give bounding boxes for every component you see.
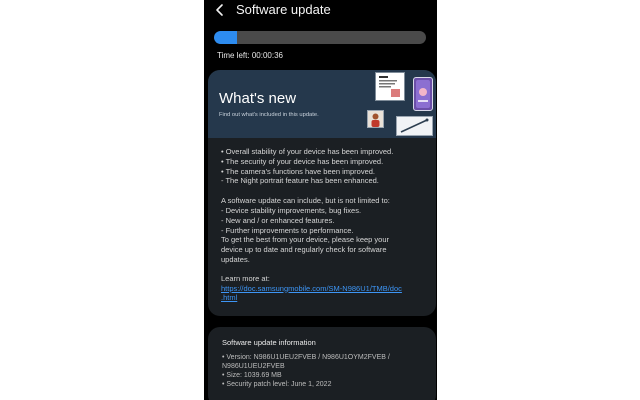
whats-new-line: • Overall stability of your device has b…: [221, 147, 394, 156]
document-illustration: [375, 72, 405, 101]
release-notes-link-end[interactable]: .html: [221, 293, 237, 302]
update-info-line: • Size: 1039.69 MB: [222, 372, 282, 379]
update-info-card: Software update information • Version: N…: [208, 327, 436, 400]
page-title: Software update: [236, 2, 331, 17]
whats-new-line: • The security of your device has been i…: [221, 156, 384, 166]
s-pen-illustration: [396, 116, 433, 136]
general-info-line: - Further improvements to performance.: [221, 225, 354, 235]
general-info-line: device up to date and regularly check fo…: [221, 245, 387, 255]
whats-new-title: What's new: [219, 90, 297, 107]
update-info-title: Software update information: [222, 338, 316, 347]
chevron-left-icon[interactable]: [213, 2, 227, 18]
general-info-line: To get the best from your device, please…: [221, 235, 390, 245]
app-header: Software update: [204, 0, 437, 22]
phone-screen: Software update Time left: 00:00:36 What…: [204, 0, 437, 400]
whats-new-banner: What's new Find out what's included in t…: [208, 70, 436, 138]
phone-illustration: [413, 77, 433, 111]
general-info-line: A software update can include, but is no…: [221, 196, 390, 206]
release-notes-link[interactable]: https://doc.samsungmobile.com/SM-N986U1/…: [221, 284, 402, 293]
general-info-line: updates.: [221, 254, 250, 264]
general-info-line: - New and / or enhanced features.: [221, 215, 335, 225]
whats-new-line: • The camera's functions have been impro…: [221, 166, 376, 176]
update-info-line: • Security patch level: June 1, 2022: [222, 381, 332, 388]
update-info-line: • Version: N986U1UEU2FVEB / N986U1OYM2FV…: [222, 354, 390, 361]
update-info-line: N986U1UEU2FVEB: [222, 363, 285, 370]
download-progress-bar: [214, 31, 426, 44]
learn-more-label: Learn more at:: [221, 273, 270, 283]
general-info-line: - Device stability improvements, bug fix…: [221, 205, 362, 215]
portrait-illustration: [367, 110, 384, 128]
download-progress-fill: [214, 31, 238, 44]
update-info-body: • Version: N986U1UEU2FVEB / N986U1OYM2FV…: [222, 353, 390, 389]
whats-new-body: • Overall stability of your device has b…: [221, 147, 431, 303]
time-left-label: Time left: 00:00:36: [217, 51, 283, 60]
whats-new-line: - The Night portrait feature has been en…: [221, 176, 379, 186]
whats-new-subtitle: Find out what's included in this update.: [219, 112, 319, 118]
whats-new-card: What's new Find out what's included in t…: [208, 70, 436, 316]
